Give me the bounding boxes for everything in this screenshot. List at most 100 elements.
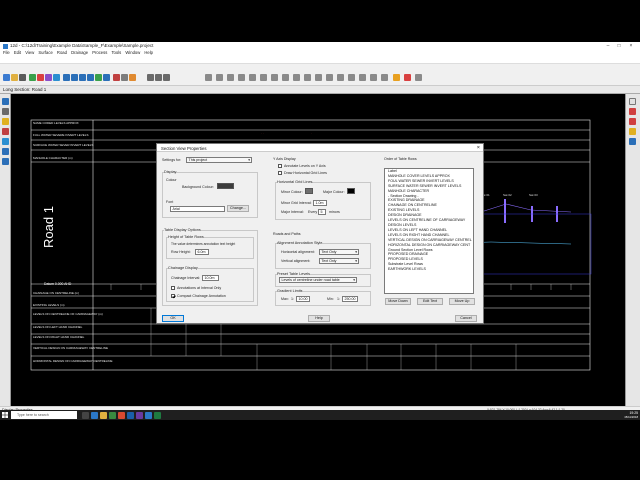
list-item[interactable]: EARTHWORK LEVELS xyxy=(385,267,473,272)
zoom-extent-icon[interactable] xyxy=(87,74,94,81)
gradient-min-field[interactable]: 250.00 xyxy=(342,296,358,302)
line-tool-icon[interactable] xyxy=(147,74,154,81)
fillet-icon[interactable] xyxy=(348,74,355,81)
rotate-icon[interactable] xyxy=(315,74,322,81)
table-rows-list[interactable]: Label MANHOLE COVER LEVELS APPROX FOUL W… xyxy=(384,168,474,294)
annotate-levels-checkbox[interactable] xyxy=(278,164,282,168)
menu-process[interactable]: Process xyxy=(92,50,107,55)
outlook-icon[interactable] xyxy=(127,411,134,419)
menu-surface[interactable]: Surface xyxy=(38,50,52,55)
move-up-button[interactable]: Move Up xyxy=(449,298,475,305)
vertical-alignment-select[interactable]: Text Only ▾ xyxy=(319,258,359,264)
minor-interval-field[interactable]: 1.0m xyxy=(313,200,327,206)
font-change-button[interactable]: Change... xyxy=(227,205,249,212)
trim-icon[interactable] xyxy=(260,74,267,81)
draw-gridlines-checkbox[interactable] xyxy=(278,171,282,175)
offset-icon[interactable] xyxy=(238,74,245,81)
edge-icon[interactable] xyxy=(91,411,98,419)
major-every-field[interactable]: 5 xyxy=(318,209,326,215)
help-button[interactable]: Help xyxy=(308,315,330,322)
menu-window[interactable]: Window xyxy=(125,50,140,55)
zoom-window-icon[interactable] xyxy=(79,74,86,81)
view-icon[interactable] xyxy=(53,74,60,81)
preset-levels-select[interactable]: Levels of centreline under road table ▾ xyxy=(279,277,357,283)
list-icon[interactable] xyxy=(2,108,9,115)
cancel-button[interactable]: Cancel xyxy=(455,315,477,322)
move-down-button[interactable]: Move Down xyxy=(385,298,411,305)
new-file-icon[interactable] xyxy=(3,74,10,81)
erase-icon[interactable] xyxy=(381,74,388,81)
layer-icon[interactable] xyxy=(2,98,9,105)
move-icon[interactable] xyxy=(293,74,300,81)
settings-for-select[interactable]: This project ▾ xyxy=(186,157,252,163)
properties-icon[interactable] xyxy=(129,74,136,81)
extend-icon[interactable] xyxy=(249,74,256,81)
panel-icon[interactable] xyxy=(629,98,636,105)
copy-icon[interactable] xyxy=(304,74,311,81)
zoom-in-icon[interactable] xyxy=(63,74,70,81)
zoom-out-icon[interactable] xyxy=(71,74,78,81)
close-icon[interactable]: × xyxy=(626,43,636,50)
menu-help[interactable]: Help xyxy=(144,50,153,55)
minor-colour-swatch[interactable] xyxy=(305,188,313,194)
string-icon[interactable] xyxy=(113,74,120,81)
road-icon[interactable] xyxy=(37,74,44,81)
word-icon[interactable] xyxy=(145,411,152,419)
annotations-interval-checkbox[interactable] xyxy=(171,286,175,290)
list-item[interactable]: VERTICAL DESIGN ON CARRIAGEWAY CENTREL xyxy=(385,238,473,243)
chamfer-icon[interactable] xyxy=(359,74,366,81)
row-height-field[interactable]: 6.0m xyxy=(195,249,209,255)
join-icon[interactable] xyxy=(271,74,278,81)
globe-icon[interactable] xyxy=(2,138,9,145)
info-icon[interactable] xyxy=(629,138,636,145)
surface-icon[interactable] xyxy=(29,74,36,81)
point-tool-icon[interactable] xyxy=(155,74,162,81)
edit-text-button[interactable]: Edit Text xyxy=(417,298,443,305)
section-icon[interactable] xyxy=(2,158,9,165)
menu-tools[interactable]: Tools xyxy=(111,50,121,55)
major-colour-swatch[interactable] xyxy=(347,188,355,194)
taskbar-search-input[interactable]: Type here to search xyxy=(11,411,77,419)
menu-road[interactable]: Road xyxy=(57,50,67,55)
break-icon[interactable] xyxy=(282,74,289,81)
save-icon[interactable] xyxy=(19,74,26,81)
background-colour-swatch[interactable] xyxy=(217,183,234,189)
pick-icon[interactable] xyxy=(216,74,223,81)
gradient-max-field[interactable]: 10.00 xyxy=(296,296,310,302)
open-folder-icon[interactable] xyxy=(11,74,18,81)
store-icon[interactable] xyxy=(109,411,116,419)
compact-chainage-checkbox[interactable] xyxy=(171,294,175,298)
menu-file[interactable]: File xyxy=(3,50,10,55)
array-icon[interactable] xyxy=(370,74,377,81)
marker-icon[interactable] xyxy=(629,108,636,115)
list-item[interactable]: HORIZONTAL DESIGN ON CARRIAGEWAY CENT xyxy=(385,243,473,248)
warning-icon[interactable] xyxy=(2,118,9,125)
marker-2-icon[interactable] xyxy=(629,118,636,125)
stop-icon[interactable] xyxy=(404,74,411,81)
filter-icon[interactable] xyxy=(415,74,422,81)
arc-tool-icon[interactable] xyxy=(163,74,170,81)
font-field[interactable]: Arial xyxy=(170,206,225,212)
minimize-icon[interactable]: – xyxy=(603,43,613,50)
maximize-icon[interactable]: □ xyxy=(614,43,624,50)
dialog-close-icon[interactable]: × xyxy=(477,145,480,151)
menu-drainage[interactable]: Drainage xyxy=(71,50,88,55)
document-tab[interactable]: Long Section: Road 1 xyxy=(0,86,640,94)
list-item[interactable]: SURFACE WATER SEWER INVERT LEVELS xyxy=(385,184,473,189)
onenote-icon[interactable] xyxy=(136,411,143,419)
menu-edit[interactable]: Edit xyxy=(14,50,21,55)
chainage-interval-field[interactable]: 10.0m xyxy=(202,275,219,281)
redraw-icon[interactable] xyxy=(103,74,110,81)
snap-icon[interactable] xyxy=(205,74,212,81)
drainage-icon[interactable] xyxy=(45,74,52,81)
windows-start-icon[interactable] xyxy=(2,412,8,418)
measure-icon[interactable] xyxy=(227,74,234,81)
scale-icon[interactable] xyxy=(337,74,344,81)
ok-button[interactable]: OK xyxy=(162,315,184,322)
task-view-icon[interactable] xyxy=(82,411,89,419)
excel-icon[interactable] xyxy=(154,411,161,419)
stop-tool-icon[interactable] xyxy=(2,128,9,135)
highlight-icon[interactable] xyxy=(629,128,636,135)
app-12d-icon[interactable] xyxy=(118,411,125,419)
pan-icon[interactable] xyxy=(95,74,102,81)
